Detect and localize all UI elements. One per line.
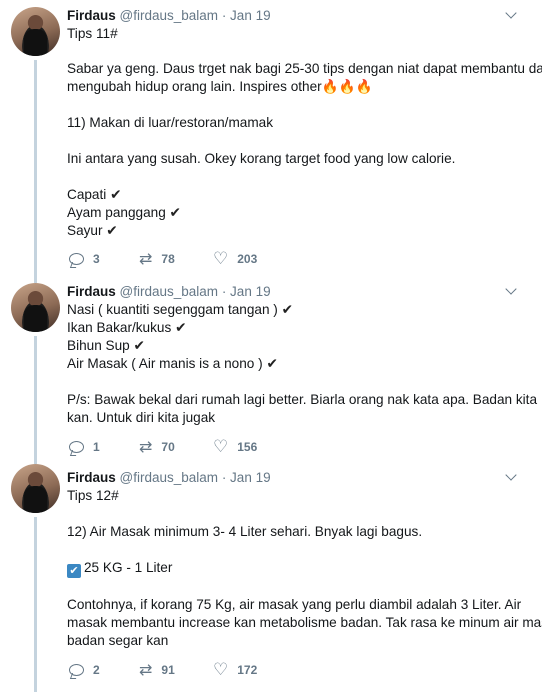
reply-count: 3 <box>93 252 100 266</box>
tweet-text-line: kan. Untuk diri kita jugak <box>67 410 216 425</box>
author-name[interactable]: Firdaus <box>67 470 116 485</box>
thread-line <box>34 276 37 283</box>
retweet-icon[interactable]: ⇄ <box>139 438 152 456</box>
tweet-text-line: P/s: Bawak bekal dari rumah lagi better.… <box>67 392 538 407</box>
thread-line <box>34 517 37 692</box>
tweet-header: Firdaus @firdaus_balam · Jan 19 <box>67 470 271 486</box>
check-mark-icon: ✔ <box>175 320 187 336</box>
retweet-button[interactable]: ⇄ 78 <box>139 250 175 268</box>
tweet-text-line: ✔ 25 KG - 1 Liter <box>67 559 172 578</box>
tweet-text-line: Ini antara yang susah. Okey korang targe… <box>67 151 456 166</box>
author-handle[interactable]: @firdaus_balam <box>120 284 219 299</box>
tweet-header: Firdaus @firdaus_balam · Jan 19 <box>67 8 271 24</box>
reply-button[interactable]: 2 <box>69 661 100 679</box>
tweet-text-line: Tips 11# <box>67 26 118 41</box>
like-count: 172 <box>237 663 258 677</box>
heart-icon[interactable]: ♡ <box>213 661 228 679</box>
check-mark-icon: ✔ <box>266 356 278 372</box>
list-item-text: Bihun Sup <box>67 338 130 353</box>
list-item: Air Masak ( Air manis is a nono ) ✔ <box>67 355 278 373</box>
reply-button[interactable]: 3 <box>69 250 100 268</box>
tweet-date[interactable]: · Jan 19 <box>222 284 271 299</box>
list-item-text: Nasi ( kuantiti segenggam tangan ) <box>67 302 278 317</box>
author-handle[interactable]: @firdaus_balam <box>120 470 219 485</box>
tweet-date[interactable]: · Jan 19 <box>222 8 271 23</box>
reply-button[interactable]: 1 <box>69 438 100 456</box>
retweet-button[interactable]: ⇄ 70 <box>139 438 175 456</box>
thread-line <box>34 457 37 464</box>
list-item: Capati ✔ <box>67 186 121 204</box>
like-button[interactable]: ♡ 156 <box>213 438 257 456</box>
tweet-3[interactable]: Firdaus @firdaus_balam · Jan 19 Tips 12#… <box>0 457 542 692</box>
tweet-actions: 2 ⇄ 91 ♡ 172 <box>67 661 327 679</box>
tweet-text: mengubah hidup orang lain. Inspires othe… <box>67 79 322 94</box>
retweet-icon[interactable]: ⇄ <box>139 661 152 679</box>
heart-icon[interactable]: ♡ <box>213 250 228 268</box>
tweet-1[interactable]: Firdaus @firdaus_balam · Jan 19 Tips 11#… <box>0 0 542 276</box>
chevron-down-icon[interactable] <box>505 7 517 19</box>
tweet-text-line: 12) Air Masak minimum 3- 4 Liter sehari.… <box>67 524 423 539</box>
retweet-button[interactable]: ⇄ 91 <box>139 661 175 679</box>
tweet-text-line: Contohnya, if korang 75 Kg, air masak ya… <box>67 597 522 612</box>
list-item: Ikan Bakar/kukus ✔ <box>67 319 186 337</box>
check-mark-icon: ✔ <box>133 338 145 354</box>
retweet-count: 70 <box>161 440 175 454</box>
avatar[interactable] <box>11 464 60 513</box>
reply-icon[interactable] <box>69 441 84 453</box>
heart-icon[interactable]: ♡ <box>213 438 228 456</box>
author-name[interactable]: Firdaus <box>67 8 116 23</box>
avatar[interactable] <box>11 283 60 332</box>
avatar[interactable] <box>11 7 60 56</box>
retweet-count: 91 <box>161 663 175 677</box>
chevron-down-icon[interactable] <box>505 469 517 481</box>
check-mark-icon: ✔ <box>169 205 181 221</box>
author-name[interactable]: Firdaus <box>67 284 116 299</box>
list-item-text: Air Masak ( Air manis is a nono ) <box>67 356 263 371</box>
reply-count: 2 <box>93 663 100 677</box>
checkbox-icon: ✔ <box>67 564 81 578</box>
list-item-text: Ayam panggang <box>67 205 166 220</box>
tweet-actions: 1 ⇄ 70 ♡ 156 <box>67 438 327 456</box>
tweet-text-line: Sabar ya geng. Daus trget nak bagi 25-30… <box>67 61 542 76</box>
retweet-icon[interactable]: ⇄ <box>139 250 152 268</box>
retweet-count: 78 <box>161 252 175 266</box>
author-handle[interactable]: @firdaus_balam <box>120 8 219 23</box>
list-item: Sayur ✔ <box>67 222 118 240</box>
reply-count: 1 <box>93 440 100 454</box>
list-item-text: Ikan Bakar/kukus <box>67 320 172 335</box>
tweet-text-line: badan segar kan <box>67 633 169 648</box>
tweet-text-line: mengubah hidup orang lain. Inspires othe… <box>67 78 372 96</box>
check-mark-icon: ✔ <box>106 223 118 239</box>
check-mark-icon: ✔ <box>281 302 293 318</box>
tweet-actions: 3 ⇄ 78 ♡ 203 <box>67 250 327 268</box>
tweet-text-line: masak membantu increase kan metabolisme … <box>67 615 542 630</box>
list-item: Nasi ( kuantiti segenggam tangan ) ✔ <box>67 301 293 319</box>
list-item: Ayam panggang ✔ <box>67 204 181 222</box>
thread-line <box>34 60 37 276</box>
tweet-text-line: Tips 12# <box>67 488 119 503</box>
tweet-text-line: 11) Makan di luar/restoran/mamak <box>67 115 274 130</box>
like-button[interactable]: ♡ 203 <box>213 250 257 268</box>
like-count: 156 <box>237 440 258 454</box>
tweet-date[interactable]: · Jan 19 <box>222 470 271 485</box>
reply-icon[interactable] <box>69 253 84 265</box>
thread-line <box>34 336 37 457</box>
check-mark-icon: ✔ <box>110 187 122 203</box>
list-item-text: Sayur <box>67 223 103 238</box>
tweet-2[interactable]: Firdaus @firdaus_balam · Jan 19 Nasi ( k… <box>0 276 542 457</box>
chevron-down-icon[interactable] <box>505 283 517 295</box>
like-button[interactable]: ♡ 172 <box>213 661 257 679</box>
tweet-text: 25 KG - 1 Liter <box>84 560 173 575</box>
fire-emoji: 🔥🔥🔥 <box>321 79 373 95</box>
list-item: Bihun Sup ✔ <box>67 337 145 355</box>
list-item-text: Capati <box>67 187 107 202</box>
reply-icon[interactable] <box>69 664 84 676</box>
like-count: 203 <box>237 252 258 266</box>
tweet-header: Firdaus @firdaus_balam · Jan 19 <box>67 284 271 300</box>
